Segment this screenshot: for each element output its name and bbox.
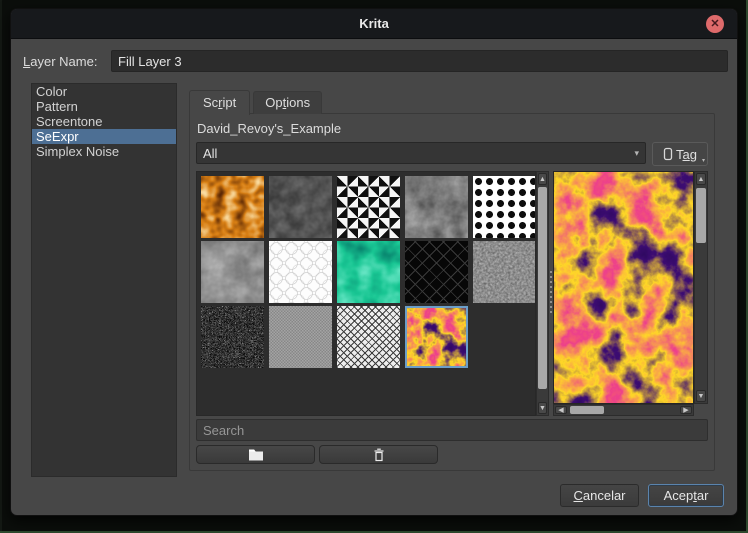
pattern-preview-image[interactable] bbox=[553, 171, 694, 404]
folder-icon bbox=[248, 449, 263, 461]
generator-item-seexpr[interactable]: SeExpr bbox=[32, 129, 176, 144]
tag-filter-value: All bbox=[203, 145, 218, 161]
selected-resource-name: David_Revoy's_Example bbox=[197, 121, 342, 136]
gallery-splitter-handle[interactable] bbox=[549, 171, 553, 416]
pattern-thumbnail-green-marble[interactable] bbox=[337, 241, 400, 303]
grid-vertical-scrollbar[interactable]: ▲ ▼ bbox=[536, 171, 549, 416]
scroll-up-icon[interactable]: ▲ bbox=[538, 173, 547, 185]
pattern-thumbnail-smoke-clouds[interactable] bbox=[201, 241, 264, 303]
tab-options[interactable]: Options bbox=[253, 91, 323, 114]
resource-gallery: ▲ ▼ ▲ ▼ ◀ ▶ bbox=[196, 171, 708, 416]
pattern-thumbnail-amber-cells[interactable] bbox=[201, 176, 264, 238]
bookmark-icon bbox=[663, 147, 673, 161]
script-tab-panel: David_Revoy's_Example All ▾ Tag ▾ ▲ ▼ ▲ … bbox=[189, 113, 715, 471]
pattern-thumbnail-static-noise[interactable] bbox=[201, 306, 264, 368]
tab-script[interactable]: Script bbox=[189, 90, 251, 115]
tag-button-label: Tag bbox=[676, 146, 697, 162]
krita-dialog-window: Krita ✕ Layer Name: ColorPatternScreento… bbox=[10, 8, 738, 516]
generator-item-color[interactable]: Color bbox=[32, 84, 176, 99]
tag-filter-combobox[interactable]: All ▾ bbox=[196, 142, 646, 164]
chevron-down-icon: ▾ bbox=[634, 147, 639, 158]
grid-scrollbar-thumb[interactable] bbox=[538, 187, 547, 390]
close-icon[interactable]: ✕ bbox=[706, 15, 724, 33]
pattern-thumbnail-bw-triangles[interactable] bbox=[337, 176, 400, 238]
window-title: Krita bbox=[359, 16, 389, 31]
preview-scrollbar-thumb[interactable] bbox=[696, 188, 706, 243]
generator-item-simplex-noise[interactable]: Simplex Noise bbox=[32, 144, 176, 159]
pattern-thumbnail-charcoal-swirls[interactable] bbox=[269, 176, 332, 238]
scroll-left-icon[interactable]: ◀ bbox=[555, 406, 567, 414]
layer-name-row: Layer Name: bbox=[23, 50, 728, 72]
pattern-thumbnail-ring-lattice[interactable] bbox=[269, 241, 332, 303]
preview-vertical-scrollbar[interactable]: ▲ ▼ bbox=[694, 171, 708, 404]
import-resource-button[interactable] bbox=[196, 445, 315, 464]
resource-actions bbox=[196, 445, 708, 464]
layer-name-label: Layer Name: bbox=[23, 53, 98, 69]
tag-button[interactable]: Tag ▾ bbox=[652, 142, 708, 166]
cancel-button[interactable]: Cancelar bbox=[560, 484, 639, 507]
preview-horizontal-scrollbar[interactable]: ◀ ▶ bbox=[553, 404, 694, 416]
scroll-down-icon[interactable]: ▼ bbox=[538, 402, 547, 414]
preview-pane: ▲ ▼ ◀ ▶ bbox=[553, 171, 708, 416]
pattern-thumbnail-diagonal-dither[interactable] bbox=[337, 306, 400, 368]
pattern-thumbnail-dark-maze[interactable] bbox=[405, 241, 468, 303]
generator-item-pattern[interactable]: Pattern bbox=[32, 99, 176, 114]
pattern-thumbnail-fine-grain[interactable] bbox=[473, 241, 535, 303]
accept-button[interactable]: Acep t ar bbox=[648, 484, 724, 507]
scroll-up-icon[interactable]: ▲ bbox=[696, 173, 706, 185]
desktop-background: Krita ✕ Layer Name: ColorPatternScreento… bbox=[0, 0, 748, 533]
search-row bbox=[196, 419, 708, 441]
scroll-down-icon[interactable]: ▼ bbox=[696, 390, 706, 402]
generator-type-list: Color Pattern Screentone SeExpr Simplex Nois… bbox=[31, 83, 177, 477]
tab-bar: Script Options bbox=[189, 90, 323, 115]
scroll-right-icon[interactable]: ▶ bbox=[680, 406, 692, 414]
layer-name-input[interactable] bbox=[111, 50, 728, 72]
tag-filter-row: All ▾ Tag ▾ bbox=[196, 142, 708, 166]
pattern-thumbnail-gray-dither[interactable] bbox=[269, 306, 332, 368]
titlebar[interactable]: Krita ✕ bbox=[11, 9, 737, 39]
pattern-grid bbox=[196, 171, 536, 416]
pattern-thumbnail-gray-marble[interactable] bbox=[405, 176, 468, 238]
pattern-thumbnail-halftone-dots[interactable] bbox=[473, 176, 535, 238]
menu-indicator-icon: ▾ bbox=[701, 158, 705, 164]
generator-item-screentone[interactable]: Screentone bbox=[32, 114, 176, 129]
trash-icon bbox=[374, 448, 383, 461]
search-input[interactable] bbox=[196, 419, 708, 441]
delete-resource-button[interactable] bbox=[319, 445, 438, 464]
pattern-thumbnail-magma[interactable] bbox=[405, 306, 468, 368]
preview-hscrollbar-thumb[interactable] bbox=[570, 406, 604, 414]
